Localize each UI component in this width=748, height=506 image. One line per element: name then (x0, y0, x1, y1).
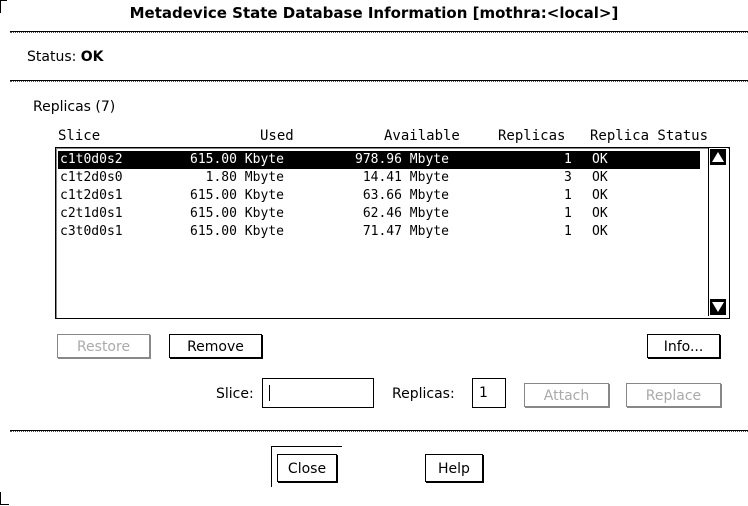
cell-status: OK (592, 152, 608, 167)
cell-used: 615.00 Kbyte (190, 188, 284, 203)
replicas-list[interactable]: c1t0d0s2 615.00 Kbyte 978.96 Mbyte 1 OK … (55, 147, 730, 319)
slice-input[interactable] (262, 378, 374, 408)
cell-slice: c3t0d0s1 (60, 224, 123, 239)
cell-slice: c1t2d0s1 (60, 188, 123, 203)
cell-slice: c2t1d0s1 (60, 206, 123, 221)
cell-replicas: 3 (564, 170, 572, 185)
restore-button[interactable]: Restore (57, 334, 150, 358)
status-value: OK (80, 49, 104, 65)
column-header-slice: Slice (58, 128, 101, 144)
cell-slice: c1t0d0s2 (60, 152, 123, 167)
replicas-input[interactable]: 1 (472, 378, 506, 408)
status-label: Status: (27, 49, 77, 65)
cell-replicas: 1 (564, 188, 572, 203)
cell-replicas: 1 (564, 206, 572, 221)
cell-available: 14.41 Mbyte (355, 170, 449, 185)
scroll-down-arrow-icon[interactable] (710, 299, 726, 315)
table-row[interactable]: c1t2d0s1 615.00 Kbyte 63.66 Mbyte 1 OK (58, 187, 700, 205)
table-row[interactable]: c1t2d0s0 1.80 Mbyte 14.41 Mbyte 3 OK (58, 169, 700, 187)
column-header-used: Used (260, 128, 294, 144)
attach-button[interactable]: Attach (524, 383, 609, 407)
column-header-replicas: Replicas (498, 128, 566, 144)
cell-available: 978.96 Mbyte (355, 152, 449, 167)
replace-button[interactable]: Replace (626, 383, 721, 407)
actions-separator (10, 430, 748, 432)
cell-replicas: 1 (564, 152, 572, 167)
cell-available: 62.46 Mbyte (355, 206, 449, 221)
cell-used: 615.00 Kbyte (190, 224, 284, 239)
text-cursor-icon (269, 385, 270, 401)
replicas-field-label: Replicas: (392, 386, 455, 402)
remove-button[interactable]: Remove (169, 334, 262, 358)
column-header-available: Available (384, 128, 460, 144)
vertical-scrollbar[interactable] (708, 148, 728, 316)
cell-used: 1.80 Mbyte (190, 170, 284, 185)
cell-used: 615.00 Kbyte (190, 206, 284, 221)
window-corner-bottom-left (0, 492, 9, 505)
table-row[interactable]: c2t1d0s1 615.00 Kbyte 62.46 Mbyte 1 OK (58, 205, 700, 223)
help-button[interactable]: Help (425, 454, 483, 482)
close-button[interactable]: Close (277, 454, 337, 482)
cell-status: OK (592, 170, 608, 185)
window-title: Metadevice State Database Information [m… (129, 4, 619, 22)
cell-status: OK (592, 206, 608, 221)
table-row[interactable]: c1t0d0s2 615.00 Kbyte 978.96 Mbyte 1 OK (58, 151, 700, 169)
title-separator (10, 31, 748, 33)
cell-used: 615.00 Kbyte (190, 152, 284, 167)
table-row[interactable]: c3t0d0s1 615.00 Kbyte 71.47 Mbyte 1 OK (58, 223, 700, 241)
column-header-replica-status: Replica Status (590, 128, 709, 144)
status-separator (10, 80, 748, 82)
status-row: Status: OK (27, 49, 104, 65)
cell-available: 71.47 Mbyte (355, 224, 449, 239)
replicas-group-label: Replicas (7) (33, 99, 116, 115)
cell-slice: c1t2d0s0 (60, 170, 123, 185)
scroll-up-arrow-icon[interactable] (710, 149, 726, 165)
cell-available: 63.66 Mbyte (355, 188, 449, 203)
cell-replicas: 1 (564, 224, 572, 239)
info-button[interactable]: Info... (647, 334, 720, 358)
slice-field-label: Slice: (216, 386, 254, 402)
cell-status: OK (592, 224, 608, 239)
cell-status: OK (592, 188, 608, 203)
